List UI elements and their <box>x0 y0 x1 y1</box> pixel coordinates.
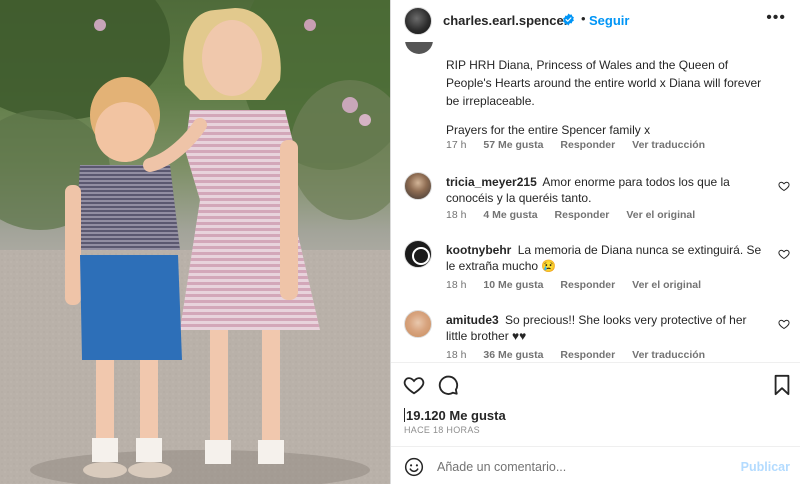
composer-divider <box>391 446 800 447</box>
post-caption: RIP HRH Diana, Princess of Wales and the… <box>446 56 776 139</box>
bookmark-icon[interactable] <box>772 374 792 396</box>
comment-translate-button[interactable]: Ver traducción <box>632 349 705 361</box>
comment-heart-icon[interactable] <box>778 180 790 192</box>
publish-button[interactable]: Publicar <box>741 460 790 474</box>
author-username[interactable]: charles.earl.spencer <box>443 13 569 28</box>
comment-body: amitude3 So precious!! She looks very pr… <box>446 312 771 344</box>
comment-likes[interactable]: 10 Me gusta <box>483 279 543 291</box>
comments-list[interactable]: RIP HRH Diana, Princess of Wales and the… <box>391 42 800 362</box>
post-header: charles.earl.spencer • Seguir ••• <box>391 0 800 42</box>
comment-input[interactable] <box>437 458 737 476</box>
commenter-avatar[interactable] <box>404 310 432 338</box>
verified-badge-icon <box>563 13 574 26</box>
comment-body: tricia_meyer215 Amor enorme para todos l… <box>446 174 771 206</box>
commenter-username[interactable]: kootnybehr <box>446 243 511 257</box>
comment-time: 18 h <box>446 279 467 291</box>
caption-author-avatar <box>405 42 433 54</box>
comment-reply-button[interactable]: Responder <box>560 349 615 361</box>
commenter-avatar[interactable] <box>404 172 432 200</box>
comment-time: 18 h <box>446 349 467 361</box>
heart-icon[interactable] <box>403 374 425 396</box>
caption-reply-button[interactable]: Responder <box>560 139 615 151</box>
comment-meta: 18 h 10 Me gusta Responder Ver el origin… <box>446 279 715 291</box>
comment-translate-button[interactable]: Ver el original <box>632 279 701 291</box>
more-options-icon[interactable]: ••• <box>766 9 786 27</box>
post-likes-count[interactable]: 19.120 Me gusta <box>404 408 506 423</box>
caption-likes[interactable]: 57 Me gusta <box>483 139 543 151</box>
comment-body: kootnybehr La memoria de Diana nunca se … <box>446 242 771 274</box>
commenter-username[interactable]: tricia_meyer215 <box>446 175 537 189</box>
comment-time: 18 h <box>446 209 467 221</box>
caption-meta: 17 h 57 Me gusta Responder Ver traducció… <box>446 139 719 151</box>
comment-heart-icon[interactable] <box>778 248 790 260</box>
commenter-username[interactable]: amitude3 <box>446 313 499 327</box>
comment-heart-icon[interactable] <box>778 318 790 330</box>
comment-likes[interactable]: 36 Me gusta <box>483 349 543 361</box>
comment-likes[interactable]: 4 Me gusta <box>483 209 537 221</box>
comment-icon[interactable] <box>437 374 459 396</box>
caption-paragraph: Prayers for the entire Spencer family x <box>446 123 651 137</box>
post-timestamp[interactable]: HACE 18 HORAS <box>404 425 480 435</box>
comment-reply-button[interactable]: Responder <box>560 279 615 291</box>
post-photo[interactable] <box>0 0 390 484</box>
caption-paragraph: RIP HRH Diana, Princess of Wales and the… <box>446 58 762 108</box>
comment-translate-button[interactable]: Ver el original <box>626 209 695 221</box>
emoji-icon[interactable] <box>404 457 424 477</box>
post-side-panel: charles.earl.spencer • Seguir ••• RIP HR… <box>391 0 800 484</box>
commenter-avatar[interactable] <box>404 240 432 268</box>
follow-button[interactable]: Seguir <box>589 13 629 28</box>
header-separator: • <box>581 11 586 26</box>
caption-translate-button[interactable]: Ver traducción <box>632 139 705 151</box>
actions-divider <box>391 362 800 363</box>
photo-illustration <box>0 0 390 484</box>
caption-time: 17 h <box>446 139 467 151</box>
comment-meta: 18 h 36 Me gusta Responder Ver traducció… <box>446 349 719 361</box>
author-avatar[interactable] <box>404 7 432 35</box>
comment-meta: 18 h 4 Me gusta Responder Ver el origina… <box>446 209 709 221</box>
comment-reply-button[interactable]: Responder <box>555 209 610 221</box>
